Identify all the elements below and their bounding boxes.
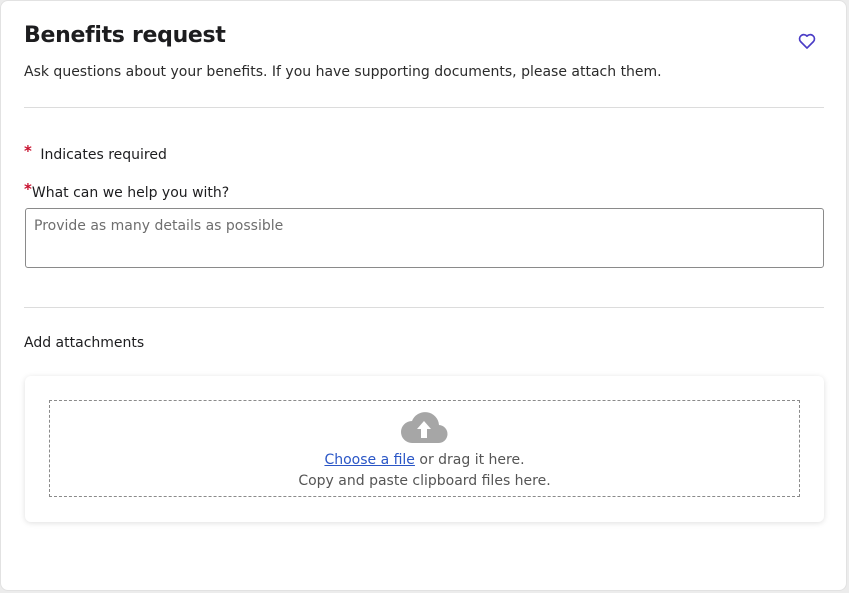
required-note-text: Indicates required: [40, 147, 167, 163]
attachments-label: Add attachments: [24, 335, 145, 351]
page-title: Benefits request: [24, 23, 226, 48]
question-textarea[interactable]: [25, 208, 824, 268]
cloud-upload-icon: [401, 412, 448, 444]
page-subtitle: Ask questions about your benefits. If yo…: [24, 64, 662, 80]
drag-text: or drag it here.: [419, 452, 525, 468]
question-label-text: What can we help you with?: [31, 185, 230, 201]
choose-file-link[interactable]: Choose a file: [324, 452, 415, 468]
section-divider: [24, 307, 824, 308]
file-drop-zone[interactable]: Choose a file or drag it here. Copy and …: [49, 400, 800, 497]
attachment-panel: Choose a file or drag it here. Copy and …: [25, 376, 824, 522]
required-note: * Indicates required: [24, 142, 167, 163]
favorite-button[interactable]: [797, 31, 817, 51]
heart-icon: [798, 33, 816, 49]
header-divider: [24, 107, 824, 108]
question-label: *What can we help you with?: [24, 180, 230, 201]
clipboard-instructions: Copy and paste clipboard files here.: [298, 473, 551, 489]
required-asterisk: *: [24, 180, 32, 198]
drop-instructions: Choose a file or drag it here.: [50, 452, 799, 468]
benefits-request-card: Benefits request Ask questions about you…: [0, 0, 847, 591]
required-asterisk: *: [24, 142, 32, 160]
